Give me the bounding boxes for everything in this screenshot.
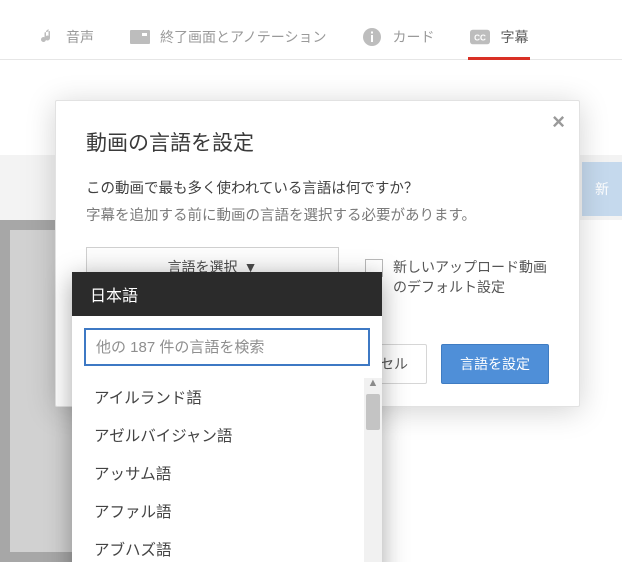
tab-cards[interactable]: カード <box>344 14 452 59</box>
modal-question: この動画で最も多く使われている言語は何ですか？ <box>86 177 549 198</box>
tabs-bar: 音声 終了画面とアノテーション カード CC 字幕 <box>0 0 622 60</box>
language-dropdown: 日本語 アイルランド語 アゼルバイジャン語 アッサム語 アファル語 アブハズ語 … <box>72 272 382 562</box>
confirm-button[interactable]: 言語を設定 <box>441 344 549 384</box>
scrollbar-thumb[interactable] <box>366 394 380 430</box>
tab-label: 終了画面とアノテーション <box>160 27 326 47</box>
info-icon <box>362 27 382 47</box>
cc-icon: CC <box>470 27 490 47</box>
new-subtitle-button[interactable]: 新 <box>582 162 622 216</box>
language-option[interactable]: アッサム語 <box>72 454 382 492</box>
modal-title: 動画の言語を設定 <box>86 127 549 157</box>
scrollbar-track[interactable]: ▲ <box>364 378 382 562</box>
tab-label: カード <box>392 27 434 47</box>
default-checkbox-label: 新しいアップロード動画のデフォルト設定 <box>393 257 549 298</box>
tab-subtitles[interactable]: CC 字幕 <box>452 14 546 59</box>
endscreen-icon <box>130 27 150 47</box>
confirm-label: 言語を設定 <box>460 354 530 374</box>
language-option[interactable]: アゼルバイジャン語 <box>72 416 382 454</box>
language-option[interactable]: アイルランド語 <box>72 378 382 416</box>
language-list: アイルランド語 アゼルバイジャン語 アッサム語 アファル語 アブハズ語 アフリカ… <box>72 378 382 562</box>
tab-audio[interactable]: 音声 <box>18 14 112 59</box>
tab-label: 音声 <box>66 27 94 47</box>
tab-label: 字幕 <box>500 27 528 47</box>
scroll-up-icon[interactable]: ▲ <box>366 376 380 390</box>
close-icon[interactable]: × <box>552 111 565 133</box>
language-search-input[interactable] <box>84 328 370 366</box>
selected-language[interactable]: 日本語 <box>72 272 382 316</box>
svg-text:CC: CC <box>475 33 487 42</box>
music-note-icon <box>36 27 56 47</box>
modal-instruction: 字幕を追加する前に動画の言語を選択する必要があります。 <box>86 204 549 225</box>
language-option[interactable]: アブハズ語 <box>72 530 382 562</box>
new-subtitle-label: 新 <box>595 179 609 199</box>
tab-endscreen[interactable]: 終了画面とアノテーション <box>112 14 344 59</box>
language-option[interactable]: アファル語 <box>72 492 382 530</box>
